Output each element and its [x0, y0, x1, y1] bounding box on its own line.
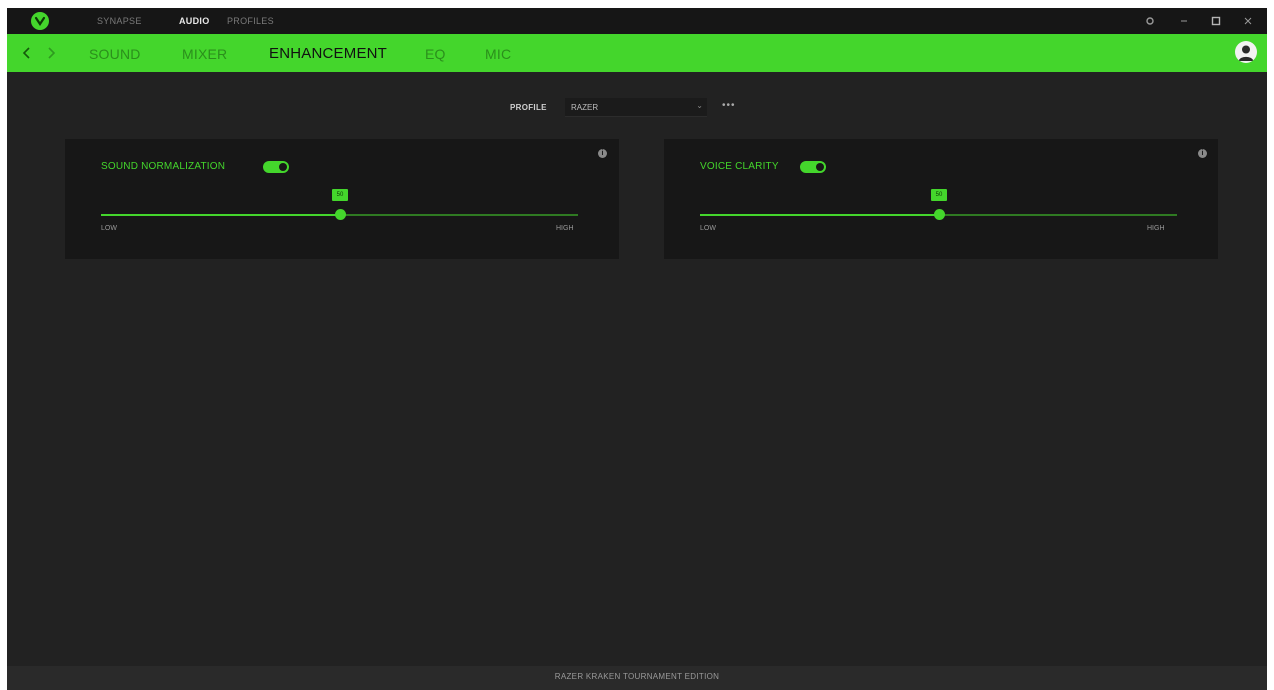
- slider-value-badge: 50: [332, 189, 348, 201]
- info-icon[interactable]: i: [598, 149, 607, 158]
- toggle-knob: [816, 163, 824, 171]
- synapse-window: SYNAPSE AUDIO PROFILES SOUND MIXER ENHAN…: [7, 8, 1267, 690]
- sound-normalization-card: SOUND NORMALIZATION i 50 LOW HIGH: [65, 139, 619, 259]
- slider-fill: [700, 214, 939, 216]
- sound-normalization-slider[interactable]: [101, 209, 578, 220]
- maximize-icon[interactable]: [1209, 14, 1223, 28]
- low-label: LOW: [101, 225, 117, 232]
- tab-mic[interactable]: MIC: [485, 46, 511, 62]
- voice-clarity-toggle[interactable]: [800, 161, 826, 173]
- top-tab-audio[interactable]: AUDIO: [179, 16, 210, 26]
- nav-bar: SOUND MIXER ENHANCEMENT EQ MIC: [7, 34, 1267, 72]
- minimize-icon[interactable]: [1177, 14, 1191, 28]
- tab-enhancement[interactable]: ENHANCEMENT: [269, 45, 387, 62]
- device-name: RAZER KRAKEN TOURNAMENT EDITION: [554, 672, 720, 681]
- razer-logo-icon: [31, 12, 49, 30]
- tab-mixer[interactable]: MIXER: [182, 46, 227, 62]
- info-icon[interactable]: i: [1198, 149, 1207, 158]
- profile-value: RAZER: [571, 103, 599, 112]
- card-title: SOUND NORMALIZATION: [101, 161, 226, 172]
- voice-clarity-slider[interactable]: [700, 209, 1177, 220]
- profile-dropdown[interactable]: RAZER ⌄: [565, 98, 707, 117]
- voice-clarity-card: VOICE CLARITY i 50 LOW HIGH: [664, 139, 1218, 259]
- chevron-right-icon[interactable]: [45, 43, 57, 69]
- low-label: LOW: [700, 225, 716, 232]
- top-tab-profiles[interactable]: PROFILES: [227, 16, 274, 26]
- card-title: VOICE CLARITY: [700, 161, 779, 172]
- footer-bar: RAZER KRAKEN TOURNAMENT EDITION: [7, 666, 1267, 690]
- slider-fill: [101, 214, 340, 216]
- slider-value-badge: 50: [931, 189, 947, 201]
- sound-normalization-toggle[interactable]: [263, 161, 289, 173]
- toggle-knob: [279, 163, 287, 171]
- gear-icon[interactable]: [1143, 14, 1157, 28]
- profile-label: PROFILE: [510, 103, 547, 112]
- tab-eq[interactable]: EQ: [425, 46, 446, 62]
- top-tab-synapse[interactable]: SYNAPSE: [97, 16, 142, 26]
- user-avatar-icon[interactable]: [1235, 41, 1257, 63]
- close-icon[interactable]: [1241, 14, 1255, 28]
- high-label: HIGH: [1147, 225, 1165, 232]
- slider-thumb[interactable]: [934, 209, 945, 220]
- more-options-button[interactable]: •••: [722, 100, 736, 111]
- chevron-down-icon: ⌄: [696, 101, 703, 110]
- chevron-left-icon[interactable]: [21, 43, 33, 69]
- tab-sound[interactable]: SOUND: [89, 46, 141, 62]
- title-bar: SYNAPSE AUDIO PROFILES: [7, 8, 1267, 34]
- slider-thumb[interactable]: [335, 209, 346, 220]
- high-label: HIGH: [556, 225, 574, 232]
